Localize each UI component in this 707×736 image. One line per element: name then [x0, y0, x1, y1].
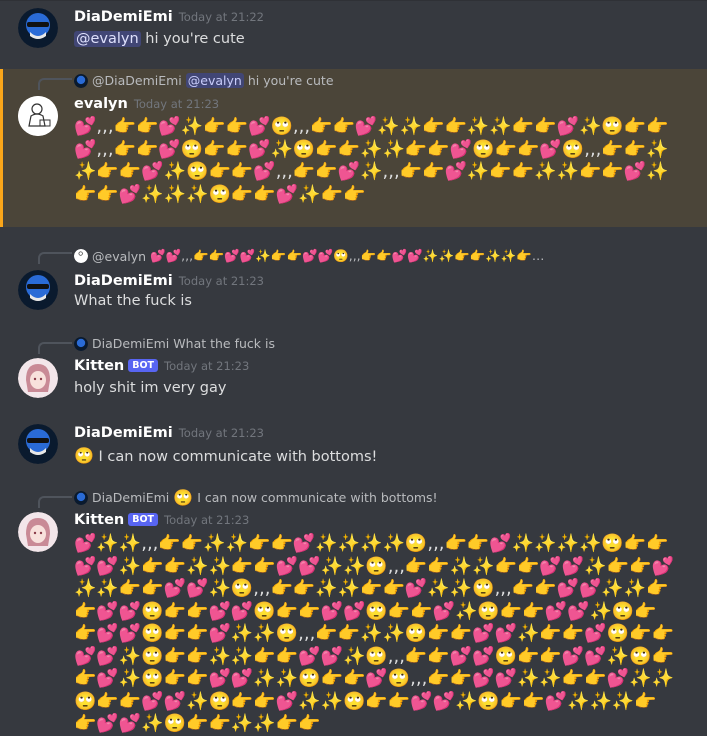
reply-mention[interactable]: @evalyn: [185, 73, 244, 88]
message-1[interactable]: DiaDemiEmi Today at 21:22 @evalyn hi you'…: [0, 0, 707, 64]
timestamp: Today at 21:23: [164, 359, 250, 373]
reply-preview[interactable]: DiaDemiEmi What the fuck is: [74, 336, 275, 351]
reply-spine: [38, 78, 72, 90]
message-4[interactable]: DiaDemiEmi What the fuck is Kitten BOT Tod…: [0, 330, 707, 405]
user-mention[interactable]: @evalyn: [74, 31, 141, 47]
reply-preview[interactable]: DiaDemiEmi 🙄 I can now communicate with …: [74, 488, 438, 507]
rolling-eyes-emoji: 🙄: [74, 446, 94, 465]
reply-avatar: [74, 249, 88, 263]
author-name[interactable]: DiaDemiEmi Today at 21:22: [74, 9, 264, 25]
bot-badge: BOT: [128, 359, 159, 372]
emoji-spam-text: 💕✨✨,,,👉👉✨✨👉👉💕✨✨✨✨🙄,,,👉👉💕✨✨✨✨🙄👉👉💕💕✨👉👉✨✨👉👉…: [74, 533, 674, 733]
message-text: @evalyn hi you're cute: [74, 31, 245, 47]
avatar-diademiemi[interactable]: [18, 8, 58, 48]
reply-avatar: [74, 490, 88, 505]
message-5[interactable]: DiaDemiEmi Today at 21:23 🙄 I can now com…: [0, 415, 707, 475]
message-2-highlighted[interactable]: @DiaDemiEmi @evalyn hi you're cute evaly…: [0, 69, 707, 227]
reply-preview[interactable]: @DiaDemiEmi @evalyn hi you're cute: [74, 73, 334, 88]
avatar-diademiemi[interactable]: [18, 270, 58, 310]
reply-spine: [38, 342, 72, 354]
reply-preview[interactable]: @evalyn 💕💕,,,👉👉💕💕✨👉👉💕💕🙄,,,👉👉💕💕✨✨👉👉✨✨👉…: [74, 248, 664, 264]
timestamp: Today at 21:23: [178, 274, 265, 288]
reply-avatar: [74, 73, 88, 88]
author-name[interactable]: Kitten BOT Today at 21:23: [74, 358, 249, 374]
author-name[interactable]: evalyn Today at 21:23: [74, 96, 219, 112]
timestamp: Today at 21:23: [178, 426, 265, 440]
author-name[interactable]: DiaDemiEmi Today at 21:23: [74, 425, 264, 441]
avatar-kitten[interactable]: [18, 512, 58, 552]
message-text: holy shit im very gay: [74, 380, 227, 396]
timestamp: Today at 21:23: [133, 97, 220, 111]
reply-spine: [38, 252, 72, 264]
reply-spine: [38, 496, 72, 508]
timestamp: Today at 21:23: [164, 513, 250, 527]
timestamp: Today at 21:22: [178, 10, 265, 24]
bot-badge: BOT: [128, 513, 159, 526]
message-6[interactable]: DiaDemiEmi 🙄 I can now communicate with …: [0, 485, 707, 736]
author-name[interactable]: DiaDemiEmi Today at 21:23: [74, 273, 264, 289]
message-3[interactable]: @evalyn 💕💕,,,👉👉💕💕✨👉👉💕💕🙄,,,👉👉💕💕✨✨👉👉✨✨👉… D…: [0, 243, 707, 318]
message-text: 🙄 I can now communicate with bottoms!: [74, 446, 378, 465]
message-text: What the fuck is: [74, 293, 192, 309]
avatar-diademiemi[interactable]: [18, 424, 58, 464]
author-name[interactable]: Kitten BOT Today at 21:23: [74, 512, 249, 528]
reply-avatar: [74, 336, 88, 351]
avatar-kitten[interactable]: [18, 358, 58, 398]
avatar-evalyn[interactable]: [18, 96, 58, 136]
rolling-eyes-emoji: 🙄: [173, 488, 194, 507]
emoji-spam-text: 💕,,,👉👉💕✨👉👉💕🙄,,,👉👉💕✨✨👉👉✨✨👉👉💕✨🙄👉👉💕,,,👉👉💕🙄👉…: [74, 116, 669, 205]
